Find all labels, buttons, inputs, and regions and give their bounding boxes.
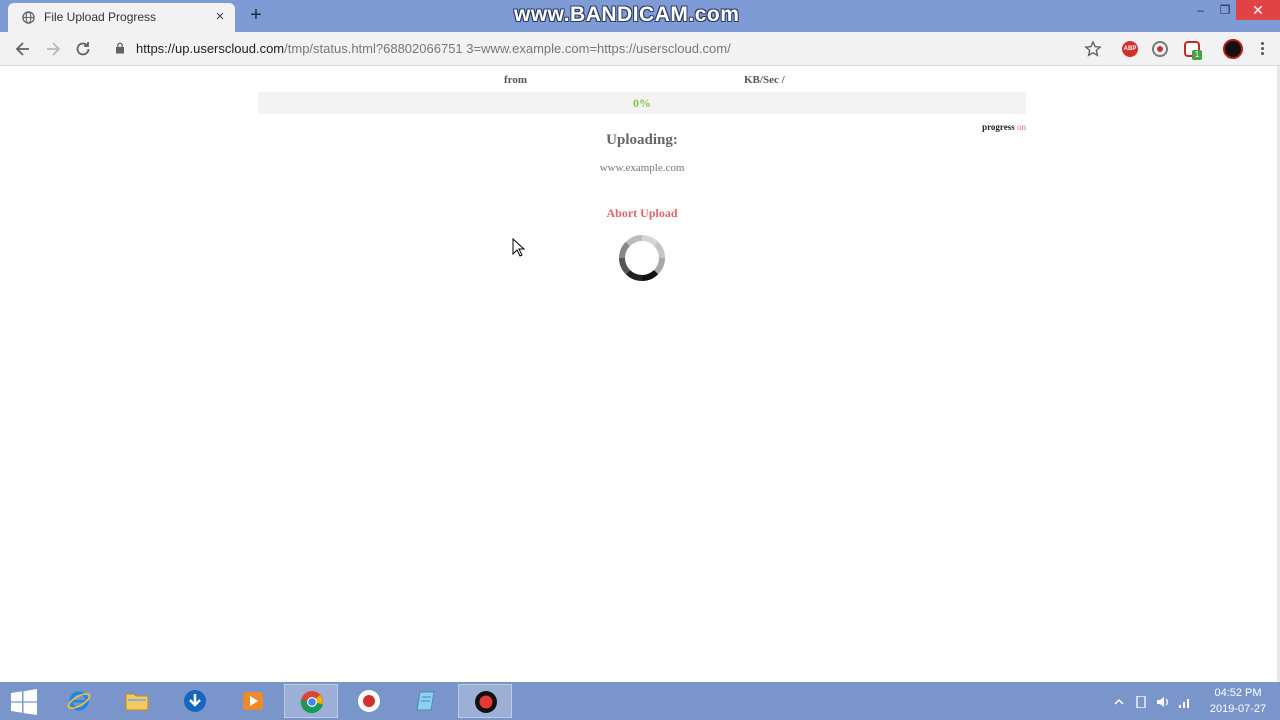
record-icon bbox=[358, 690, 380, 712]
tray-device-icon[interactable] bbox=[1134, 696, 1148, 708]
taskbar-file-explorer[interactable] bbox=[110, 684, 164, 718]
taskbar-media-player[interactable] bbox=[226, 684, 280, 718]
url-host: https://up.userscloud.com bbox=[136, 41, 285, 56]
window-close-button[interactable]: ✕ bbox=[1236, 0, 1280, 20]
taskbar-internet-explorer[interactable] bbox=[52, 684, 106, 718]
arrow-right-icon[interactable] bbox=[43, 39, 63, 59]
windows-taskbar: 04:52 PM 2019-07-27 bbox=[0, 682, 1280, 720]
adblock-extension-icon[interactable]: ABP bbox=[1122, 41, 1138, 57]
taskbar-notepad[interactable] bbox=[400, 684, 454, 718]
download-icon bbox=[184, 690, 206, 712]
tray-expand-icon[interactable] bbox=[1112, 696, 1126, 708]
progress-toggle-state[interactable]: on bbox=[1017, 122, 1026, 132]
new-tab-button[interactable]: + bbox=[246, 5, 266, 25]
uploading-heading: Uploading: bbox=[606, 132, 678, 148]
notepad-icon bbox=[416, 691, 435, 711]
profile-avatar[interactable] bbox=[1223, 39, 1243, 59]
taskbar-clock-date[interactable]: 2019-07-27 bbox=[1206, 703, 1270, 715]
globe-icon bbox=[22, 11, 35, 24]
tab-close-icon[interactable]: × bbox=[212, 9, 228, 25]
browser-tabstrip: File Upload Progress × + www.BANDICAM.co… bbox=[0, 0, 1280, 32]
network-icon[interactable] bbox=[1178, 696, 1192, 708]
abort-upload-link[interactable]: Abort Upload bbox=[606, 206, 677, 220]
record-extension-icon[interactable] bbox=[1152, 41, 1168, 57]
browser-menu-icon[interactable] bbox=[1256, 40, 1268, 58]
upload-progress-percent: 0% bbox=[633, 96, 651, 110]
from-label: from bbox=[504, 74, 528, 86]
media-player-icon bbox=[243, 692, 263, 710]
lock-icon[interactable] bbox=[115, 42, 125, 54]
bandicam-watermark: www.BANDICAM.com bbox=[514, 3, 740, 26]
reload-icon[interactable] bbox=[73, 39, 93, 59]
record-icon bbox=[475, 691, 497, 713]
abort-upload-row: Abort Upload bbox=[0, 206, 1280, 221]
upload-progress-bar: 0% bbox=[258, 92, 1026, 114]
volume-icon[interactable] bbox=[1156, 696, 1170, 708]
internet-explorer-icon bbox=[67, 691, 91, 711]
browser-toolbar: https://up.userscloud.com/tmp/status.htm… bbox=[0, 32, 1280, 66]
star-icon[interactable] bbox=[1084, 40, 1102, 58]
folder-icon bbox=[125, 693, 149, 711]
taskbar-downloader[interactable] bbox=[168, 684, 222, 718]
uploading-file-name: www.example.com bbox=[599, 162, 685, 174]
tab-title: File Upload Progress bbox=[44, 10, 157, 24]
speed-label: KB/Sec / bbox=[744, 74, 785, 86]
taskbar-chrome[interactable] bbox=[284, 684, 338, 718]
url-path: /tmp/status.html?68802066751 3=www.examp… bbox=[284, 41, 731, 56]
tab-file-upload-progress[interactable]: File Upload Progress × bbox=[8, 3, 235, 32]
progress-toggle: progress on bbox=[982, 122, 1026, 132]
mouse-cursor-icon bbox=[512, 238, 526, 257]
address-bar[interactable]: https://up.userscloud.com/tmp/status.htm… bbox=[136, 41, 731, 56]
taskbar-recorder[interactable] bbox=[458, 684, 512, 718]
progress-toggle-label: progress bbox=[982, 122, 1015, 132]
extension-badge: 1 bbox=[1192, 50, 1202, 60]
arrow-left-icon[interactable] bbox=[13, 39, 33, 59]
taskbar-bandicam[interactable] bbox=[342, 684, 396, 718]
loading-spinner-icon bbox=[619, 235, 665, 281]
windows-start-icon[interactable] bbox=[10, 689, 38, 715]
page-content: from KB/Sec / 0% progress on Uploading: … bbox=[0, 66, 1280, 682]
taskbar-clock-time[interactable]: 04:52 PM bbox=[1208, 687, 1268, 699]
chrome-icon bbox=[300, 691, 323, 714]
